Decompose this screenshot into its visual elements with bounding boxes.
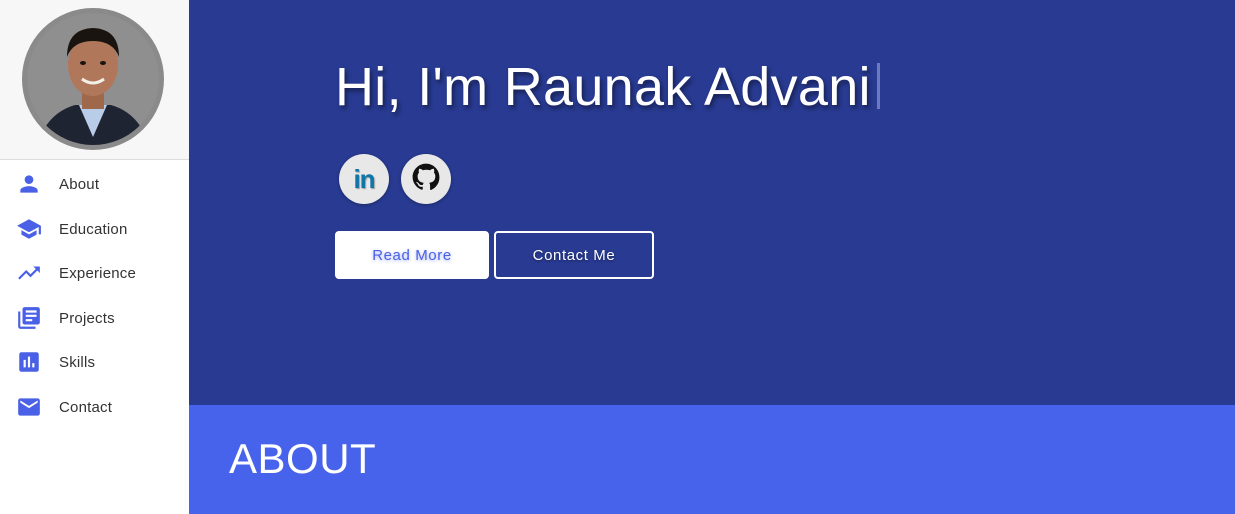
sidebar: About Education Experience Projects Skil… (0, 0, 189, 514)
linkedin-icon: in (353, 163, 375, 194)
linkedin-link[interactable]: in (339, 154, 389, 204)
sidebar-item-label: Contact (59, 398, 113, 416)
typing-cursor (876, 63, 880, 109)
person-icon (16, 171, 42, 197)
sidebar-item-label: Experience (59, 264, 137, 282)
read-more-button[interactable]: Read More (335, 231, 489, 279)
sidebar-item-education[interactable]: Education (0, 211, 189, 247)
graduation-cap-icon (16, 216, 42, 242)
trending-up-icon (16, 260, 42, 286)
hero-section: Hi, I'm Raunak Advani in Read More Conta… (189, 0, 1235, 405)
library-books-icon (16, 305, 42, 331)
sidebar-item-label: Projects (59, 309, 115, 327)
sidebar-item-skills[interactable]: Skills (0, 344, 189, 380)
avatar (22, 8, 164, 150)
github-icon (412, 163, 440, 196)
sidebar-item-contact[interactable]: Contact (0, 389, 189, 425)
hero-title-text: Hi, I'm Raunak Advani (335, 57, 871, 117)
about-section: ABOUT (189, 405, 1235, 514)
contact-me-button[interactable]: Contact Me (494, 231, 654, 279)
sidebar-item-label: Education (59, 220, 128, 238)
avatar-photo (27, 13, 159, 145)
sidebar-item-about[interactable]: About (0, 166, 189, 202)
sidebar-item-experience[interactable]: Experience (0, 255, 189, 291)
section-title: ABOUT (229, 435, 377, 482)
sidebar-item-label: About (59, 175, 100, 193)
github-link[interactable] (401, 154, 451, 204)
sidebar-item-projects[interactable]: Projects (0, 300, 189, 336)
sidebar-item-label: Skills (59, 353, 96, 371)
mail-icon (16, 394, 42, 420)
avatar-container (0, 0, 189, 160)
bar-chart-icon (16, 349, 42, 375)
hero-title: Hi, I'm Raunak Advani (335, 56, 880, 118)
